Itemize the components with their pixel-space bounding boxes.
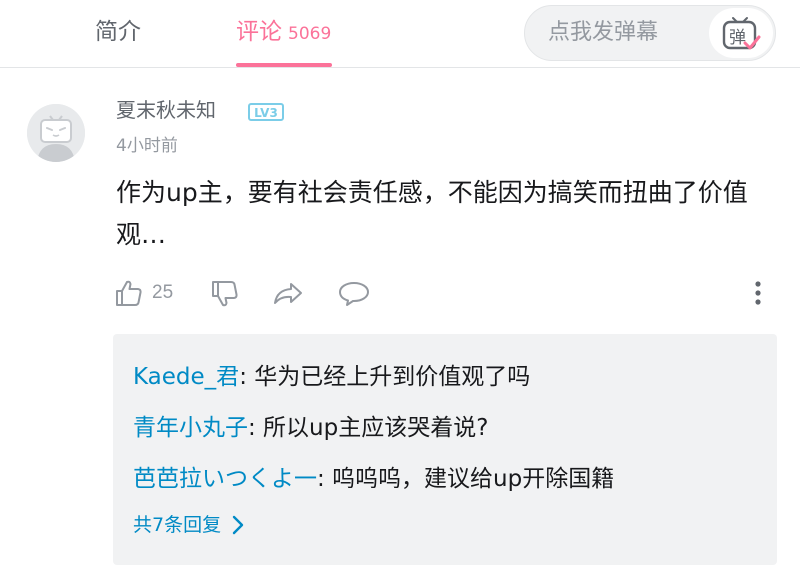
reply-text: : 所以up主应该哭着说? [248,415,489,441]
tab-comments-label: 评论 [236,19,282,45]
reply-text: : 呜呜呜，建议给up开除国籍 [317,466,615,492]
share-button[interactable] [272,275,304,311]
tab-intro[interactable]: 简介 [95,14,141,54]
comment-actions: 25 [114,275,784,311]
replies-panel: Kaede_君: 华为已经上升到价值观了吗 青年小丸子: 所以up主应该哭着说?… [113,334,777,565]
view-all-replies-link[interactable]: 共7条回复 [133,510,245,540]
avatar[interactable] [27,104,85,162]
danmaku-button[interactable]: 弹 [709,8,773,58]
reply-text: : 华为已经上升到价值观了吗 [239,364,531,390]
reply-item[interactable]: 芭芭拉いつくよ一: 呜呜呜，建议给up开除国籍 [133,462,614,496]
reply-username[interactable]: 芭芭拉いつくよ一 [133,466,317,492]
chevron-right-icon [232,515,244,535]
danmaku-input[interactable]: 点我发弹幕 弹 [524,5,776,61]
danmaku-placeholder: 点我发弹幕 [548,20,659,45]
danmaku-glyph: 弹 [729,28,746,48]
dislike-button[interactable] [210,275,240,311]
tab-intro-label: 简介 [95,19,141,45]
vertical-ellipsis-icon [755,281,761,305]
default-avatar-icon [27,104,85,162]
more-button[interactable] [750,275,766,311]
level-badge-icon: LV3 [248,103,284,121]
reply-username[interactable]: Kaede_君 [133,364,239,390]
reply-item[interactable]: 青年小丸子: 所以up主应该哭着说? [133,411,488,445]
speech-bubble-icon [339,282,369,306]
active-tab-indicator [236,63,332,67]
top-bar: 简介 评论 5069 点我发弹幕 弹 [0,0,800,68]
comment-text: 作为up主，要有社会责任感，不能因为搞笑而扭曲了价值观… [116,178,748,249]
reply-item[interactable]: Kaede_君: 华为已经上升到价值观了吗 [133,360,530,394]
thumbs-up-icon [116,280,142,306]
thumbs-down-icon [212,281,238,307]
tv-danmaku-icon: 弹 [722,17,761,50]
level-text: LV3 [254,106,278,120]
comment-username[interactable]: 夏末秋未知 [116,95,216,125]
comment-timestamp: 4小时前 [116,136,178,156]
comments-count: 5069 [288,24,332,44]
tab-comments[interactable]: 评论 5069 [236,14,331,54]
view-all-label: 共7条回复 [133,514,222,536]
reply-username[interactable]: 青年小丸子 [133,415,248,441]
reply-button[interactable] [338,275,370,311]
share-arrow-icon [274,283,302,304]
like-count: 25 [152,282,174,303]
like-button[interactable]: 25 [114,275,173,311]
